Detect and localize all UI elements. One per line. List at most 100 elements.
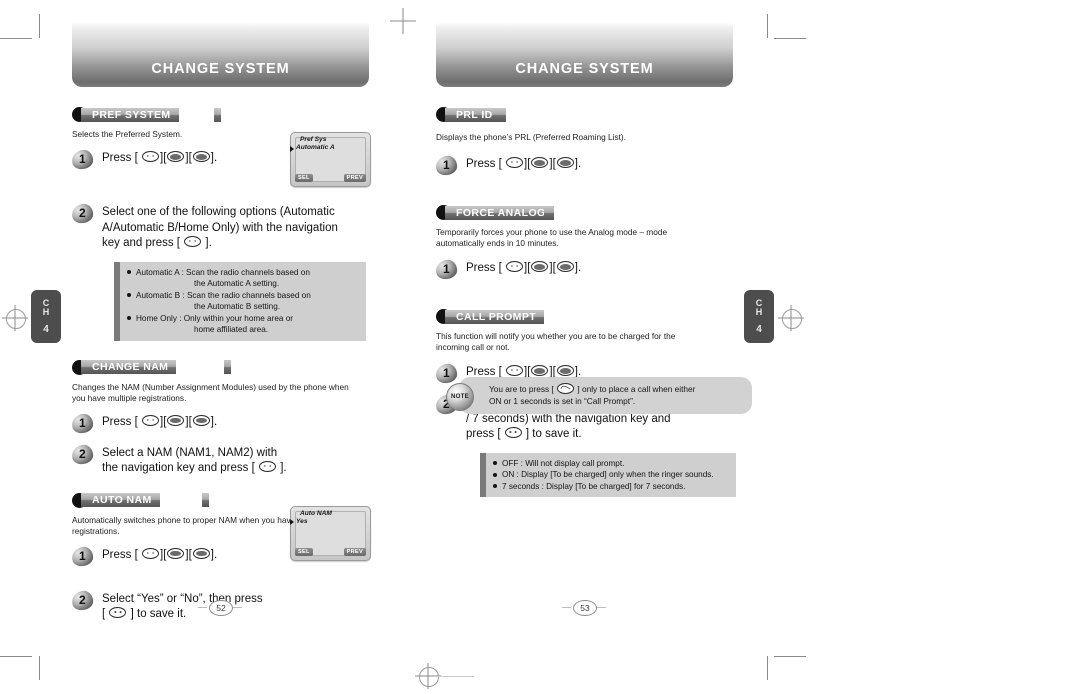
- chapter-tab-left-number: 4: [43, 323, 49, 335]
- option-label: ON : Display [To be charged] only when t…: [502, 470, 714, 479]
- page-number-wing-left: [562, 607, 571, 608]
- step-text-suffix: ].: [210, 415, 218, 428]
- step2-line3-prefix: press [: [466, 428, 501, 440]
- step2-line3-suffix: ].: [205, 237, 212, 249]
- option-row: Home Only : Only within your home area o…: [127, 313, 360, 336]
- page-number-right: 53: [554, 600, 614, 622]
- section-tail-block: [536, 309, 543, 324]
- step-text: Press [ ][][].: [102, 547, 218, 561]
- key-5-icon: [556, 261, 574, 273]
- crop-mark-top-left-horizontal: [0, 38, 32, 39]
- left-page: CHANGE SYSTEM PREF SYSTEM Selects the Pr…: [70, 0, 402, 694]
- step2-line3-suffix: ] to save it.: [525, 428, 582, 440]
- note-text: You are to press [ ] only to place a cal…: [489, 383, 696, 407]
- option-row: ON : Display [To be charged] only when t…: [493, 469, 730, 481]
- step-badge-icon: 1: [434, 258, 461, 281]
- note-line1-prefix: You are to press [: [489, 384, 554, 394]
- right-page-banner: CHANGE SYSTEM: [436, 22, 733, 87]
- section-header-pref-system: PREF SYSTEM: [72, 107, 402, 122]
- option-row: Automatic B : Scan the radio channels ba…: [127, 290, 360, 313]
- phone-display-line1: Auto NAM: [300, 509, 332, 517]
- option-label: 7 seconds : Display [To be charged] for …: [502, 481, 686, 491]
- chapter-tab-left-h: H: [42, 307, 50, 318]
- option-label: Automatic B : Scan the radio channels ba…: [136, 290, 311, 300]
- softkey-prev: PREV: [343, 547, 366, 556]
- right-page: CHANGE SYSTEM PRL ID Displays the phone’…: [434, 0, 766, 694]
- step-text-suffix: ].: [210, 548, 218, 561]
- step-pref-system-2: 2 Select one of the following options (A…: [70, 202, 402, 252]
- step-force-analog-1: 1 Press [ ][][].: [434, 258, 766, 281]
- options-panel-pref-system: Automatic A : Scan the radio channels ba…: [114, 261, 366, 341]
- option-continuation: the Automatic A setting.: [194, 279, 280, 288]
- phone-display-line1: Pref Sys: [300, 136, 327, 143]
- key-ok-icon: [109, 607, 127, 619]
- key-8-icon: [167, 547, 185, 559]
- phone-display-pref-sys: Pref Sys Automatic A SEL PREV: [290, 132, 371, 187]
- step-text-prefix: Press [: [466, 262, 502, 274]
- section-title-call-prompt: CALL PROMPT: [445, 309, 545, 324]
- section-tail-block: [224, 360, 231, 374]
- option-label: Home Only : Only within your home area o…: [136, 313, 293, 323]
- page-number-value: 53: [573, 600, 597, 616]
- phone-display-line2: Automatic A: [290, 144, 335, 152]
- step-prl-id-1: 1 Press [ ][][].: [434, 154, 766, 177]
- key-ok-icon: [142, 547, 159, 559]
- key-8-icon: [531, 261, 549, 273]
- key-ok-icon: [506, 261, 523, 273]
- step-text-suffix: ].: [574, 158, 582, 170]
- crop-mark-bottom-left-horizontal: [0, 656, 32, 657]
- option-row: OFF : Will not display call prompt.: [493, 458, 730, 470]
- section-title-change-nam: CHANGE NAM: [81, 360, 177, 374]
- step-number: 1: [443, 158, 450, 172]
- option-bullet-icon: [127, 293, 131, 297]
- section-title-prl-id: PRL ID: [445, 107, 501, 122]
- step-text: Select one of the following options (Aut…: [102, 203, 360, 252]
- crop-mark-bottom-right-vertical: [767, 656, 768, 680]
- key-ok-icon: [142, 414, 159, 426]
- note-icon-label: NOTE: [451, 393, 469, 400]
- option-continuation: the Automatic B setting.: [194, 302, 281, 311]
- crop-mark-bottom-right-horizontal: [774, 656, 806, 657]
- option-bullet-icon: [493, 484, 497, 488]
- key-8-icon: [167, 151, 185, 163]
- step-text: Press [ ][][].: [102, 414, 218, 428]
- step-badge-icon: 1: [434, 154, 461, 177]
- note-line2: ON or 1 seconds is set in “Call Prompt”.: [489, 395, 636, 406]
- phone-display-line2-text: Yes: [296, 517, 308, 525]
- step-text-prefix: Press [: [102, 415, 138, 428]
- step2-line1: Select a NAM (NAM1, NAM2) with: [102, 446, 278, 459]
- step-text: Press [ ][][].: [466, 157, 582, 170]
- option-continuation: home affiliated area.: [194, 325, 269, 334]
- key-send-icon: [557, 383, 575, 395]
- section-description-change-nam: Changes the NAM (Number Assignment Modul…: [72, 381, 349, 403]
- section-tail-block: [544, 205, 551, 220]
- crop-mark-top-right-vertical: [767, 14, 768, 38]
- note-box: NOTE You are to press [ ] only to place …: [446, 377, 752, 414]
- step-number: 1: [443, 262, 450, 276]
- key-8-icon: [167, 414, 185, 426]
- option-bullet-icon: [127, 316, 131, 320]
- chapter-tab-left: C H 4: [31, 290, 61, 343]
- step-text-suffix: ].: [210, 152, 218, 164]
- step2-line2-suffix: ] to save it.: [130, 608, 187, 620]
- left-page-banner-title: CHANGE SYSTEM: [151, 61, 290, 77]
- step2-line2-prefix: [: [102, 608, 106, 620]
- page-number-value: 52: [209, 600, 233, 616]
- crop-mark-top-right-horizontal: [774, 38, 806, 39]
- key-ok-icon: [142, 151, 159, 163]
- step2-line2: / 7 seconds) with the navigation key and: [466, 412, 671, 425]
- step-badge-icon: 1: [70, 412, 97, 435]
- crop-mark-top-left-vertical: [39, 14, 40, 38]
- softkey-sel: SEL: [295, 547, 313, 556]
- key-ok-icon: [506, 365, 523, 377]
- step2-line2-suffix: ].: [280, 462, 287, 474]
- key-ok-icon: [184, 236, 202, 248]
- step-number: 1: [79, 548, 86, 563]
- section-description-call-prompt: This function will notify you whether yo…: [436, 331, 676, 352]
- step2-line3-prefix: key and press [: [102, 237, 180, 249]
- phone-display-line2: Yes: [290, 517, 308, 525]
- section-header-call-prompt: CALL PROMPT: [436, 309, 766, 324]
- section-tail-block: [499, 107, 506, 122]
- note-line1-suffix: ] only to place a call when either: [577, 384, 696, 394]
- key-ok-icon: [504, 427, 522, 439]
